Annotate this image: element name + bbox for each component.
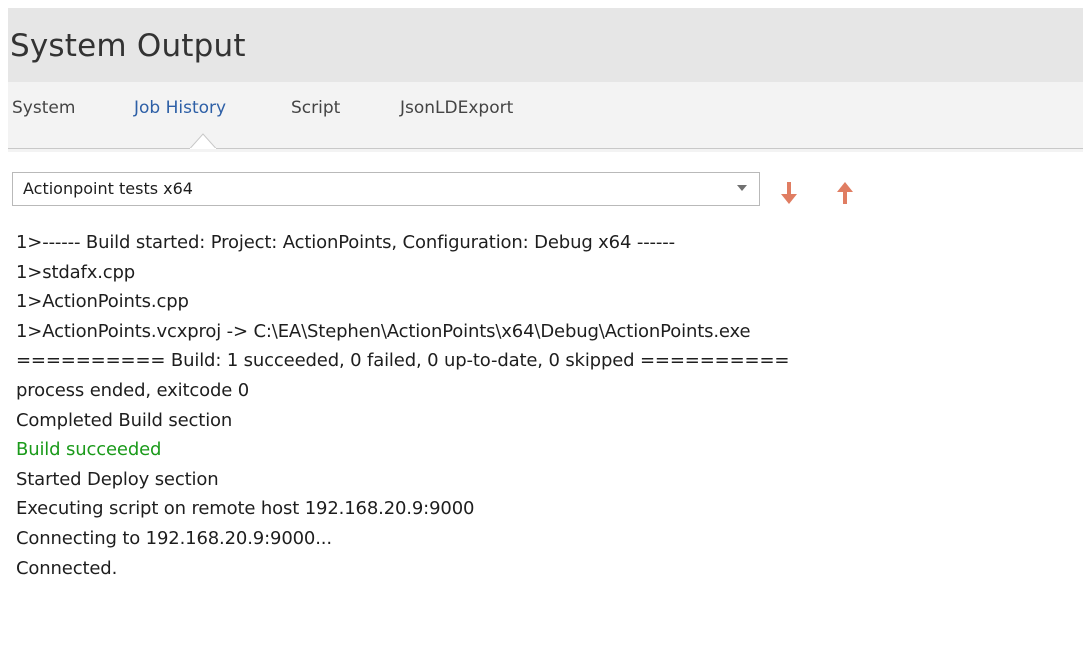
- output-line-success: Build succeeded: [16, 439, 162, 461]
- tab-job-history[interactable]: Job History: [134, 96, 226, 120]
- active-tab-pointer: [190, 133, 216, 149]
- arrow-up-icon[interactable]: [834, 180, 856, 206]
- output-line: Started Deploy section: [16, 468, 219, 490]
- output-line: 1>------ Build started: Project: ActionP…: [16, 232, 675, 253]
- job-select-value: Actionpoint tests x64: [23, 179, 193, 198]
- tab-system[interactable]: System: [12, 96, 75, 120]
- panel-header: System Output: [8, 8, 1083, 82]
- output-line: Connecting to 192.168.20.9:9000...: [16, 527, 332, 549]
- output-line: Executing script on remote host 192.168.…: [16, 498, 475, 520]
- tab-underline: [8, 148, 1083, 149]
- tab-jsonldexport[interactable]: JsonLDExport: [400, 96, 513, 120]
- output-line: 1>stdafx.cpp: [16, 261, 136, 283]
- job-select[interactable]: Actionpoint tests x64: [12, 172, 760, 206]
- output-line: 1>ActionPoints.cpp: [16, 291, 189, 313]
- tab-bar: System Job History Script JsonLDExport: [8, 82, 1083, 152]
- tab-script[interactable]: Script: [291, 96, 340, 120]
- job-toolbar: Actionpoint tests x64: [8, 152, 1083, 224]
- output-line: Completed Build section: [16, 409, 233, 431]
- chevron-down-icon[interactable]: [737, 185, 747, 191]
- panel-title: System Output: [10, 28, 246, 64]
- arrow-down-icon[interactable]: [778, 180, 800, 206]
- output-log[interactable]: 1>------ Build started: Project: ActionP…: [8, 228, 1083, 656]
- output-line: Connected.: [16, 557, 118, 579]
- output-line: 1>ActionPoints.vcxproj -> C:\EA\Stephen\…: [16, 320, 751, 342]
- output-line: ========== Build: 1 succeeded, 0 failed,…: [16, 350, 790, 372]
- output-line: process ended, exitcode 0: [16, 379, 250, 401]
